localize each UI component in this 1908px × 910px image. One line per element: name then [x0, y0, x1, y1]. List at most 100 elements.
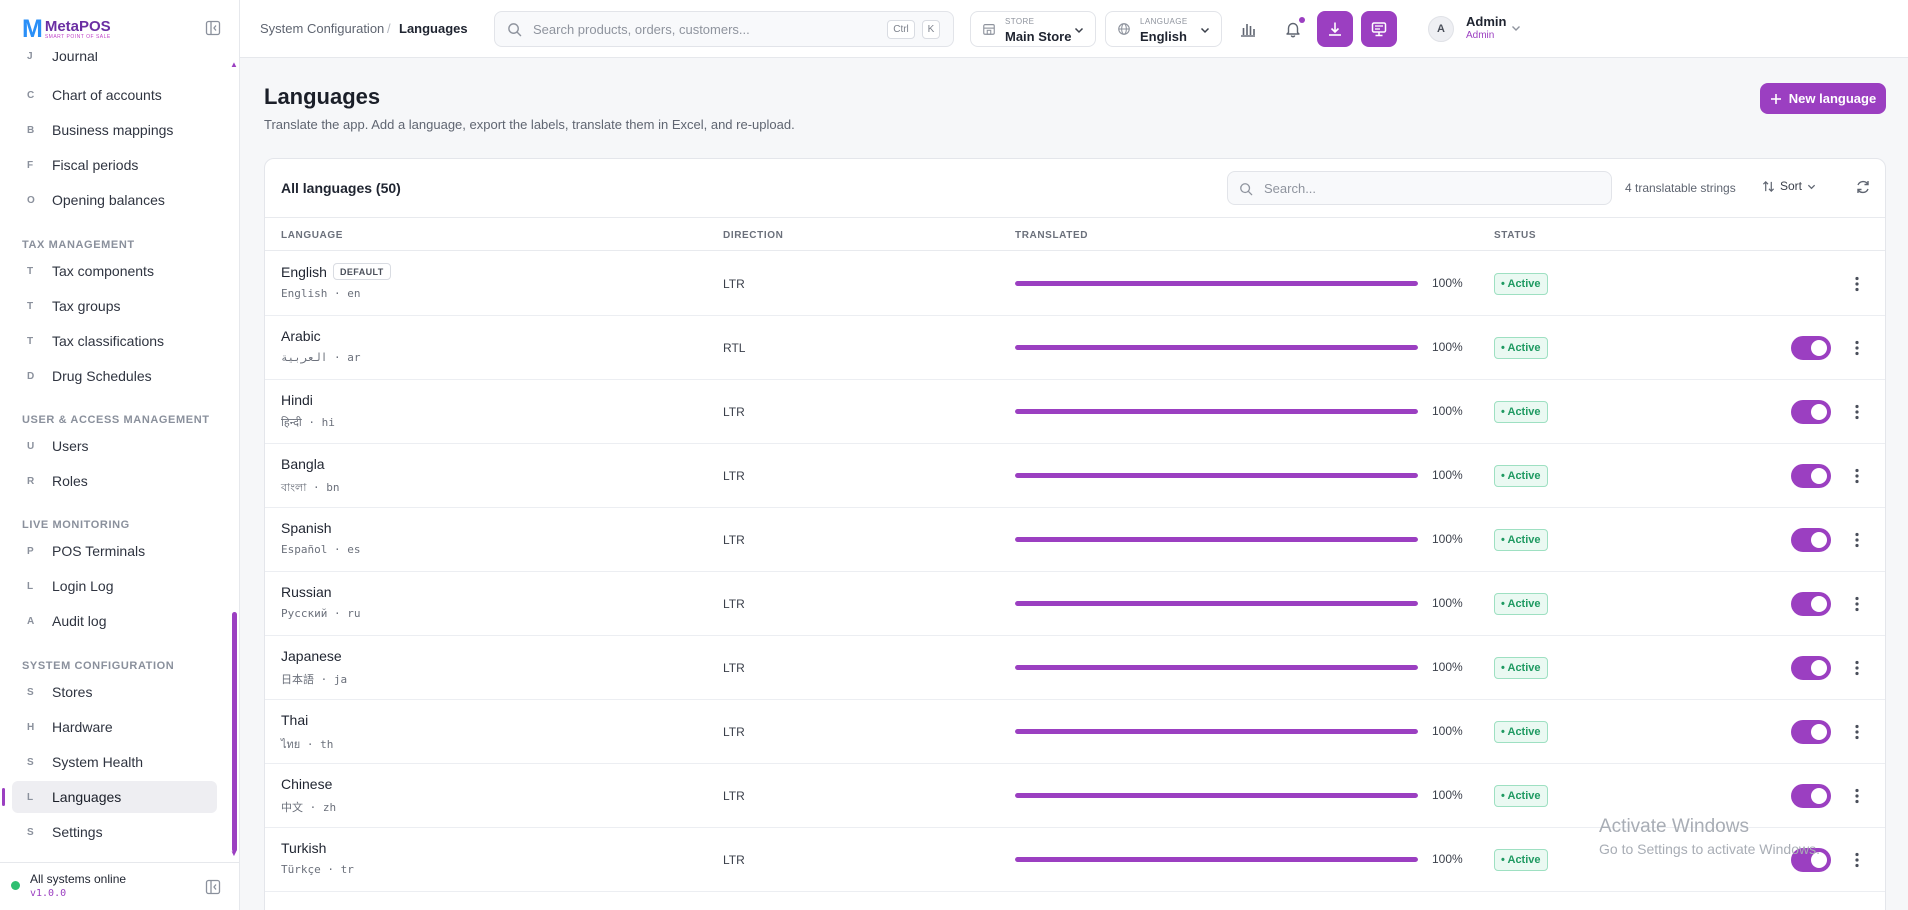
refresh-icon[interactable]	[1855, 179, 1871, 195]
sidebar-item-system-health[interactable]: S System Health	[12, 746, 217, 778]
download-icon	[1329, 22, 1341, 36]
row-actions-button[interactable]	[1847, 465, 1867, 487]
status-badge: • Active	[1494, 401, 1548, 423]
translation-progress-fill	[1015, 793, 1418, 798]
breadcrumb-parent[interactable]: System Configuration	[260, 21, 384, 36]
sidebar-item-letter: L	[27, 791, 34, 803]
row-actions-button[interactable]	[1847, 721, 1867, 743]
row-actions-button[interactable]	[1847, 337, 1867, 359]
status-badge: • Active	[1494, 721, 1548, 743]
sidebar-item-fiscal-periods[interactable]: F Fiscal periods	[12, 149, 217, 181]
global-search-input[interactable]: Search products, orders, customers... Ct…	[494, 11, 954, 47]
sidebar-collapse-bottom-icon[interactable]	[205, 879, 221, 895]
scroll-down-arrow-icon[interactable]: ▼	[230, 849, 238, 858]
new-language-button[interactable]: New language	[1760, 83, 1886, 114]
sidebar-item-opening-balances[interactable]: O Opening balances	[12, 184, 217, 216]
scroll-up-arrow-icon[interactable]: ▲	[230, 60, 238, 69]
sidebar-item-audit-log[interactable]: A Audit log	[12, 605, 217, 637]
row-actions-button[interactable]	[1847, 529, 1867, 551]
row-actions-button[interactable]	[1847, 273, 1867, 295]
sidebar-item-pos-terminals[interactable]: P POS Terminals	[12, 535, 217, 567]
sidebar-item-letter: A	[27, 615, 35, 627]
sidebar-item-label: Languages	[52, 789, 122, 805]
translation-percent: 100%	[1432, 276, 1463, 290]
sidebar-collapse-icon[interactable]	[205, 20, 221, 36]
sidebar-item-chart-of-accounts[interactable]: C Chart of accounts	[12, 79, 217, 111]
global-search-placeholder: Search products, orders, customers...	[533, 22, 750, 37]
language-enabled-toggle[interactable]	[1791, 336, 1831, 360]
chevron-down-icon[interactable]	[1511, 23, 1521, 33]
table-row[interactable]: English DEFAULT English · en LTR 100% • Activ…	[265, 252, 1885, 316]
download-button[interactable]	[1317, 11, 1353, 47]
table-row[interactable]: Hindi हिन्दी · hi LTR 100% • Active	[265, 380, 1885, 444]
column-header-language[interactable]: LANGUAGE	[281, 230, 343, 241]
sidebar-item-hardware[interactable]: H Hardware	[12, 711, 217, 743]
user-avatar[interactable]: A	[1428, 16, 1454, 42]
status-badge: • Active	[1494, 465, 1548, 487]
shortcut-key-k: K	[922, 20, 940, 39]
language-direction: RTL	[723, 341, 746, 355]
sidebar-item-label: Drug Schedules	[52, 368, 152, 384]
row-actions-button[interactable]	[1847, 849, 1867, 871]
brand-tagline: SMART POINT OF SALE	[44, 33, 111, 40]
column-header-status[interactable]: STATUS	[1494, 230, 1536, 241]
table-row[interactable]: Japanese 日本語 · ja LTR 100% • Active	[265, 636, 1885, 700]
table-row[interactable]: Bangla বাংলা · bn LTR 100% • Active	[265, 444, 1885, 508]
languages-card: All languages (50) Search... 4 translata…	[264, 158, 1886, 910]
sidebar-item-roles[interactable]: R Roles	[12, 465, 217, 497]
sidebar-item-label: Audit log	[52, 613, 107, 629]
sidebar-item-stores[interactable]: S Stores	[12, 676, 217, 708]
language-caption: LANGUAGE	[1140, 17, 1188, 26]
sidebar-nav: J Journal C Chart of accounts B Business mapp…	[0, 52, 228, 858]
language-name: Chinese	[281, 776, 333, 792]
language-enabled-toggle[interactable]	[1791, 400, 1831, 424]
reports-button[interactable]	[1230, 11, 1266, 47]
table-row[interactable]: Russian Русский · ru LTR 100% • Active	[265, 572, 1885, 636]
sidebar-item-tax-components[interactable]: T Tax components	[12, 255, 217, 287]
pos-terminal-button[interactable]	[1361, 11, 1397, 47]
column-header-direction[interactable]: DIRECTION	[723, 230, 783, 241]
translation-progress-bar	[1015, 345, 1418, 350]
sidebar-item-languages[interactable]: L Languages	[12, 781, 217, 813]
sort-button[interactable]: Sort	[1762, 179, 1816, 193]
language-enabled-toggle[interactable]	[1791, 592, 1831, 616]
sidebar-item-label: Journal	[52, 52, 98, 64]
column-header-translated[interactable]: TRANSLATED	[1015, 230, 1088, 241]
sidebar-section-live: LIVE MONITORING	[22, 519, 130, 531]
table-row[interactable]: Thai ไทย · th LTR 100% • Active	[265, 700, 1885, 764]
store-selector[interactable]: STORE Main Store	[970, 11, 1096, 47]
language-enabled-toggle[interactable]	[1791, 656, 1831, 680]
table-search-placeholder: Search...	[1264, 181, 1317, 196]
table-row[interactable]: Spanish Español · es LTR 100% • Active	[265, 508, 1885, 572]
table-row[interactable]: Arabic العربية · ar RTL 100% • Active	[265, 316, 1885, 380]
sidebar-item-users[interactable]: U Users	[12, 430, 217, 462]
language-enabled-toggle[interactable]	[1791, 720, 1831, 744]
sidebar-item-tax-groups[interactable]: T Tax groups	[12, 290, 217, 322]
row-actions-button[interactable]	[1847, 785, 1867, 807]
sidebar-scrollbar[interactable]	[232, 612, 237, 852]
sidebar-item-drug-schedules[interactable]: D Drug Schedules	[12, 360, 217, 392]
translation-progress-bar	[1015, 281, 1418, 286]
language-enabled-toggle[interactable]	[1791, 528, 1831, 552]
language-selector[interactable]: LANGUAGE English	[1105, 11, 1222, 47]
sort-icon	[1762, 180, 1775, 192]
row-actions-button[interactable]	[1847, 657, 1867, 679]
sidebar-item-business-mappings[interactable]: B Business mappings	[12, 114, 217, 146]
sidebar-item-settings[interactable]: S Settings	[12, 816, 217, 848]
more-vertical-icon	[1855, 468, 1859, 484]
language-enabled-toggle[interactable]	[1791, 464, 1831, 488]
row-actions-button[interactable]	[1847, 401, 1867, 423]
row-actions-button[interactable]	[1847, 593, 1867, 615]
notifications-button[interactable]	[1275, 11, 1311, 47]
sidebar-item-letter: B	[27, 124, 35, 136]
sidebar-item-login-log[interactable]: L Login Log	[12, 570, 217, 602]
sidebar-item-tax-classifications[interactable]: T Tax classifications	[12, 325, 217, 357]
user-name[interactable]: Admin	[1466, 14, 1506, 29]
sidebar-item-journal[interactable]: J Journal	[12, 52, 217, 72]
sidebar-item-letter: J	[27, 52, 33, 62]
sidebar-item-label: Tax groups	[52, 298, 121, 314]
new-language-label: New language	[1788, 91, 1877, 106]
brand-logo[interactable]: M MetaPOS SMART POINT OF SALE	[22, 14, 111, 44]
language-enabled-toggle[interactable]	[1791, 784, 1831, 808]
table-search-input[interactable]: Search...	[1227, 171, 1612, 205]
